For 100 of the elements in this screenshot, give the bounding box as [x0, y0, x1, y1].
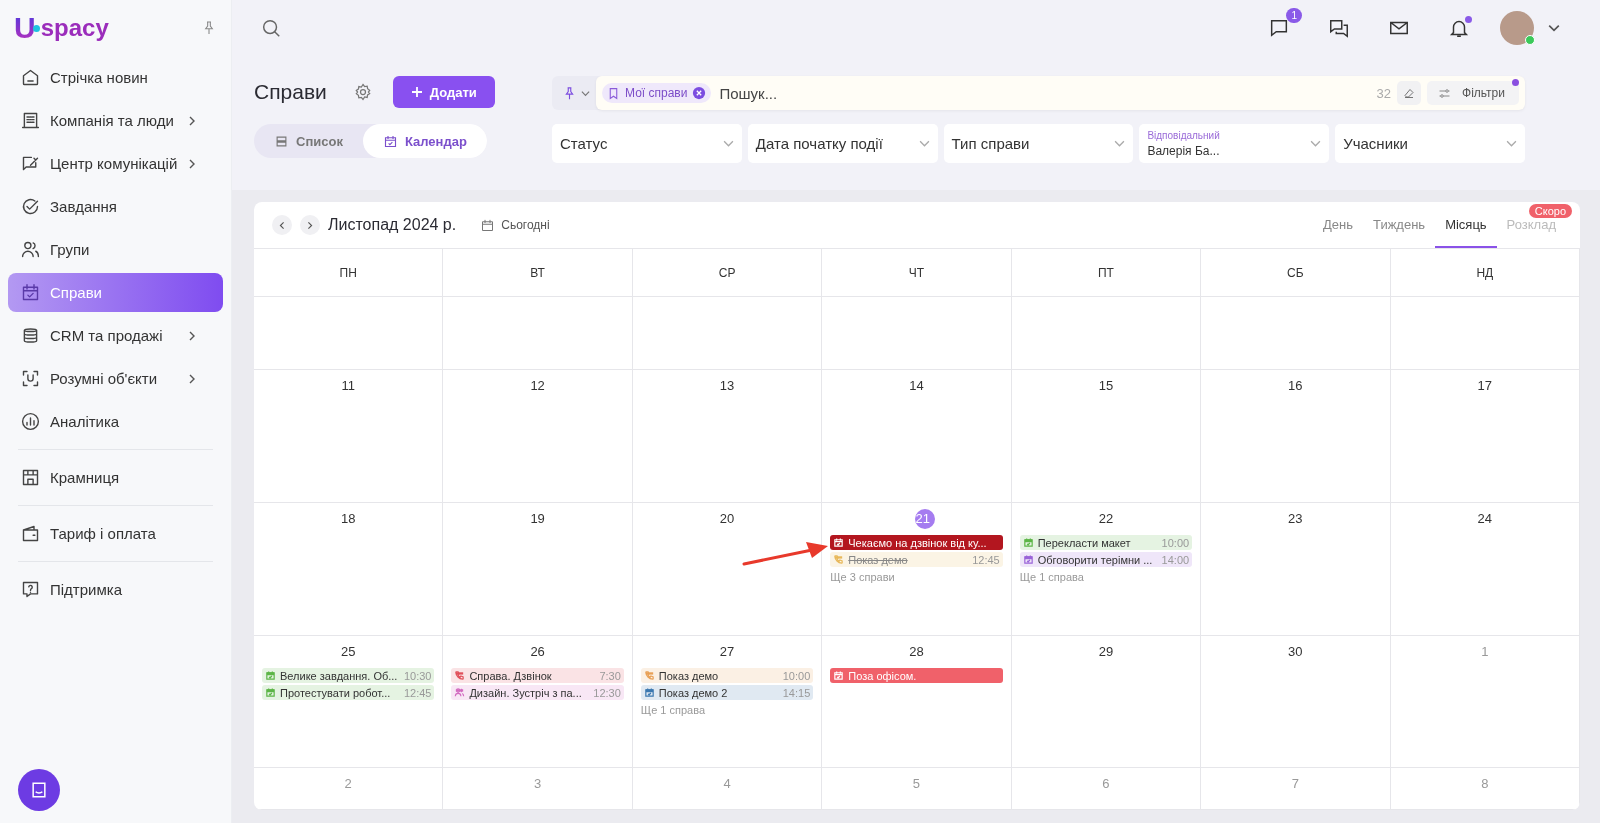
nav-item[interactable]: Тариф і оплата [8, 514, 223, 553]
weekday-header: СБ [1201, 249, 1391, 297]
event-chip[interactable]: Протестувати робот... 12:45 [262, 685, 435, 700]
filter-dropdown[interactable]: Учасники [1335, 124, 1525, 163]
field-label: Статус [560, 135, 608, 152]
day-cell[interactable] [822, 297, 1012, 370]
weekday-header: СР [632, 249, 823, 297]
nav-item[interactable]: Аналітика [8, 402, 223, 441]
day-number: 30 [1287, 643, 1304, 661]
nav-item[interactable]: Стрічка новин [8, 58, 223, 97]
day-number: 15 [1097, 377, 1115, 395]
calendar-icon [20, 282, 41, 303]
event-chip[interactable]: Показ демо 2 14:15 [640, 685, 814, 700]
filters-button[interactable]: Фільтри [1427, 81, 1519, 105]
count-badge: 1 [1286, 8, 1302, 23]
chevron-down-icon [918, 138, 930, 149]
chevron-right-icon [187, 115, 197, 126]
event-chip[interactable]: Перекласти макет 10:00 [1019, 535, 1193, 550]
day-number: 11 [340, 377, 356, 395]
nav-item[interactable]: Групи [8, 230, 223, 269]
day-number: 8 [1480, 775, 1490, 793]
field-label: Відповідальний [1147, 129, 1220, 141]
view-tab[interactable]: Список [254, 124, 363, 158]
event-chip[interactable]: Чекаємо на дзвінок від ку... [830, 535, 1003, 550]
chevron-right-icon [187, 330, 197, 341]
nav-item[interactable]: Підтримка [8, 570, 223, 609]
day-number: 1 [1480, 643, 1490, 661]
messages-icon[interactable] [1328, 17, 1350, 39]
calendar-icon [480, 217, 496, 233]
day-cell[interactable] [632, 297, 823, 370]
event-chip[interactable]: Показ демо 10:00 [640, 668, 814, 683]
day-number: 21 [915, 509, 936, 529]
day-cell[interactable] [1390, 297, 1580, 370]
view-tab[interactable]: День [1313, 202, 1363, 248]
weekday-header: ЧТ [822, 249, 1012, 297]
field-label: Дата початку події [755, 135, 883, 152]
day-number: 13 [718, 377, 736, 395]
page-title: Справи [254, 80, 327, 104]
view-tab[interactable]: Тиждень [1363, 202, 1436, 248]
day-number: 22 [1097, 510, 1115, 528]
store-icon [20, 467, 41, 488]
chevron-down-icon [1506, 138, 1517, 149]
nav-item[interactable]: Завдання [8, 187, 223, 226]
chevron-down-icon [1310, 138, 1322, 149]
nav-item[interactable]: Центр комунікацій [8, 144, 223, 183]
chat-launcher-button[interactable] [18, 769, 60, 811]
day-cell[interactable] [1201, 297, 1391, 370]
scan-icon [20, 368, 41, 389]
soon-badge: Скоро [1528, 204, 1572, 218]
view-tab[interactable]: Місяць [1435, 202, 1497, 248]
day-number: 12 [529, 377, 546, 395]
search-icon[interactable] [260, 17, 282, 39]
wallet-icon [20, 523, 41, 544]
filter-dropdown[interactable]: Дата початку події [747, 124, 938, 163]
event-chip[interactable]: Дизайн. Зустріч з па... 12:30 [451, 685, 624, 700]
chat-icon [29, 780, 49, 800]
field-label: Учасники [1343, 135, 1408, 152]
previous-button[interactable] [272, 215, 292, 235]
add-button[interactable]: Додати [392, 76, 495, 108]
nav-item[interactable]: Компанія та люди [8, 101, 223, 140]
day-number: 4 [722, 775, 732, 793]
logo[interactable]: U spacy [14, 11, 109, 45]
day-number: 19 [529, 510, 546, 528]
event-chip[interactable]: Велике завдання. Об... 10:30 [262, 668, 435, 683]
nav-item[interactable]: Крамниця [8, 458, 223, 497]
result-count: 32 [1376, 85, 1391, 101]
day-number: 6 [1101, 775, 1111, 793]
view-tab[interactable]: Календар [362, 124, 487, 158]
day-cell[interactable] [254, 297, 444, 370]
today-button[interactable]: Сьогодні [474, 216, 556, 234]
event-chip[interactable]: Обговорити терімни ... 14:00 [1019, 552, 1193, 567]
field-label: Тип справи [951, 135, 1030, 152]
next-button[interactable] [300, 215, 320, 235]
chevron-right-icon [187, 158, 197, 169]
close-icon[interactable] [692, 86, 707, 100]
event-chip[interactable]: Справа. Дзвінок 7:30 [451, 668, 624, 683]
day-cell[interactable] [443, 297, 633, 370]
nav-item[interactable]: CRM та продажі [8, 316, 223, 355]
day-number: 2 [343, 775, 353, 793]
day-number: 25 [339, 643, 357, 661]
filter-dropdown[interactable]: Відповідальний Валерія Ба... [1139, 124, 1330, 163]
day-number: 5 [911, 775, 922, 793]
avatar[interactable] [1500, 11, 1534, 45]
day-number: 20 [718, 510, 736, 528]
filter-dropdown[interactable]: Тип справи [943, 124, 1134, 163]
eraser-button[interactable] [1397, 81, 1421, 105]
chart-icon [20, 411, 41, 432]
weekday-header: ВТ [443, 249, 633, 297]
day-number: 27 [718, 643, 736, 661]
filter-dropdown[interactable]: Статус [552, 124, 742, 163]
plus-icon [410, 86, 423, 98]
day-number: 24 [1476, 510, 1493, 528]
search-field[interactable]: Мої справи Пошук... 32 Фільтри [596, 76, 1525, 110]
day-cell[interactable] [1011, 297, 1202, 370]
filter-chip[interactable]: Мої справи [602, 83, 712, 103]
chevron-down-icon[interactable] [1548, 22, 1560, 34]
nav-item[interactable]: Розумні об'єкти [8, 359, 223, 398]
field-value: Валерія Ба... [1147, 143, 1220, 158]
home-icon [20, 67, 41, 88]
chat-icon[interactable] [1268, 17, 1290, 39]
